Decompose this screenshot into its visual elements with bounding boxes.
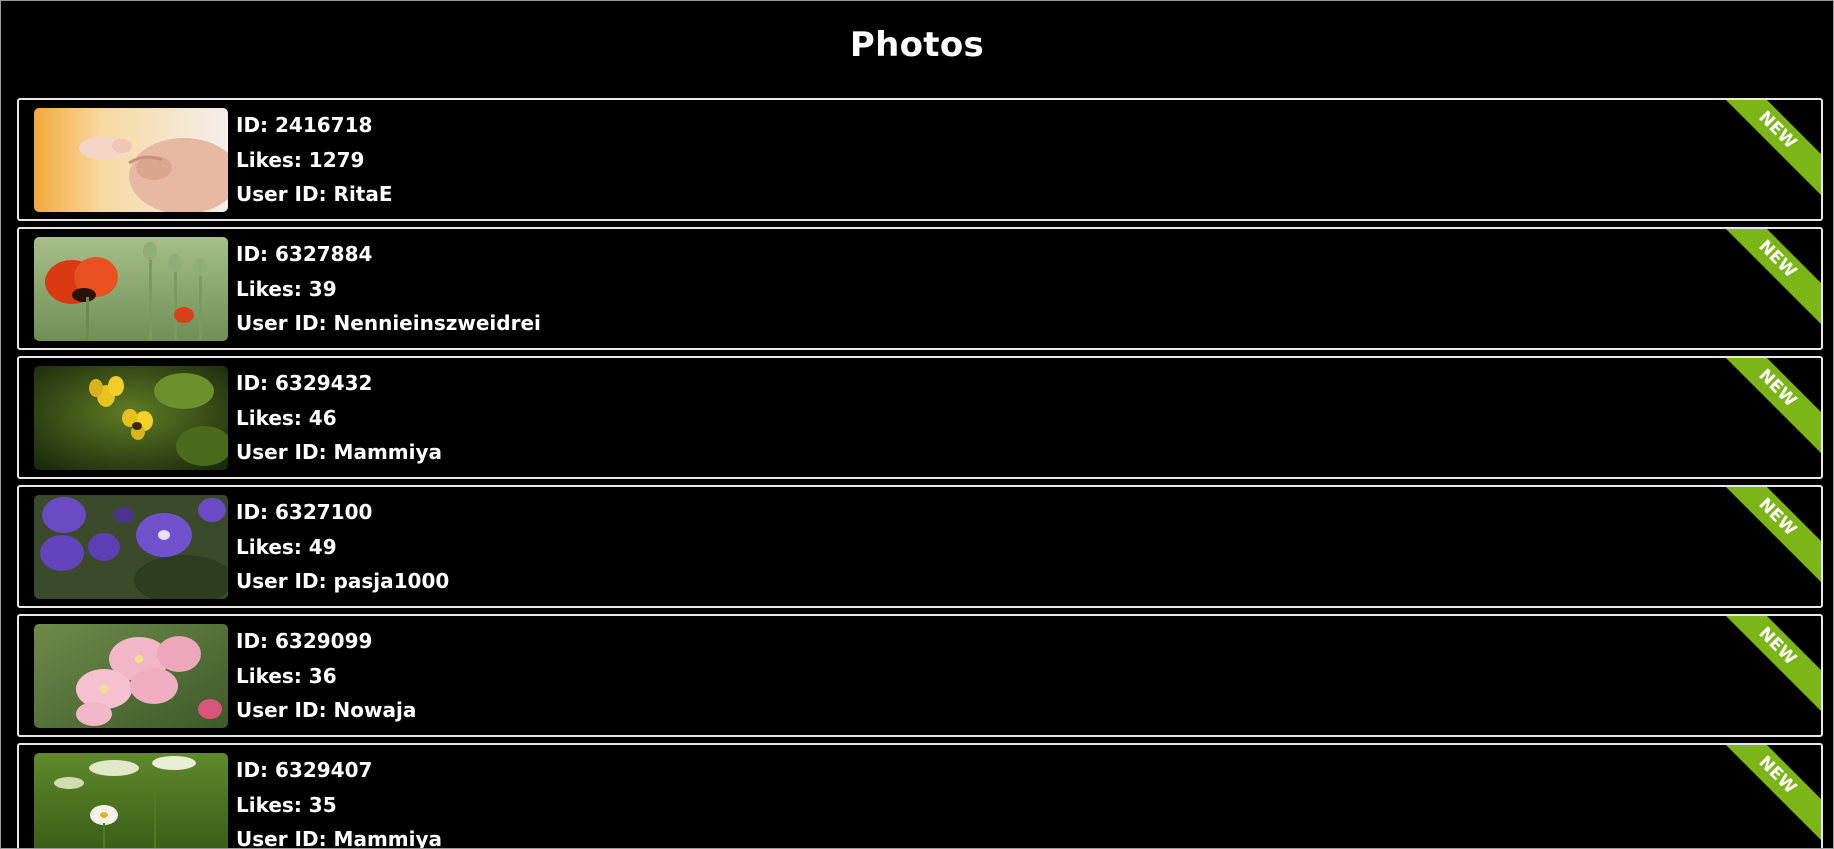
photo-id: ID: 6329407	[236, 758, 373, 782]
new-ribbon: NEW	[1703, 616, 1821, 721]
photo-meta: ID: 6329432 Likes: 46 User ID: Mammiya	[236, 366, 442, 470]
photo-card[interactable]: ID: 6329432 Likes: 46 User ID: Mammiya N…	[17, 356, 1823, 479]
photo-thumbnail[interactable]	[34, 108, 228, 212]
photo-meta: ID: 2416718 Likes: 1279 User ID: RitaE	[236, 108, 393, 212]
photo-card[interactable]: ID: 6327884 Likes: 39 User ID: Nennieins…	[17, 227, 1823, 350]
photo-id: ID: 6327100	[236, 500, 373, 524]
photo-meta: ID: 6327100 Likes: 49 User ID: pasja1000	[236, 495, 449, 599]
photo-meta: ID: 6329099 Likes: 36 User ID: Nowaja	[236, 624, 416, 728]
photo-likes: Likes: 36	[236, 663, 337, 688]
photo-card[interactable]: ID: 2416718 Likes: 1279 User ID: RitaE N…	[17, 98, 1823, 221]
photo-user-id: User ID: Nowaja	[236, 698, 417, 722]
photo-likes: Likes: 46	[236, 405, 337, 430]
photo-meta: ID: 6327884 Likes: 39 User ID: Nennieins…	[236, 237, 541, 341]
photo-id: ID: 6329099	[236, 629, 373, 653]
photo-thumbnail[interactable]	[34, 753, 228, 848]
photo-card[interactable]: ID: 6329099 Likes: 36 User ID: Nowaja NE…	[17, 614, 1823, 737]
photo-thumbnail[interactable]	[34, 495, 228, 599]
photo-user-id: User ID: Mammiya	[236, 440, 443, 464]
photos-page: Photos ID: 2416718 Likes: 1279 User ID: …	[0, 0, 1834, 849]
photo-list: ID: 2416718 Likes: 1279 User ID: RitaE N…	[17, 98, 1823, 849]
photo-thumbnail[interactable]	[34, 237, 228, 341]
new-ribbon: NEW	[1703, 100, 1821, 205]
photo-id: ID: 6329432	[236, 371, 373, 395]
photo-likes: Likes: 39	[236, 276, 337, 301]
photo-user-id: User ID: RitaE	[236, 182, 393, 206]
photo-card[interactable]: ID: 6329407 Likes: 35 User ID: Mammiya N…	[17, 743, 1823, 849]
photo-likes: Likes: 35	[236, 792, 337, 817]
photo-card[interactable]: ID: 6327100 Likes: 49 User ID: pasja1000…	[17, 485, 1823, 608]
new-ribbon: NEW	[1703, 358, 1821, 463]
photo-thumbnail[interactable]	[34, 624, 228, 728]
new-ribbon: NEW	[1703, 745, 1821, 848]
photo-thumbnail[interactable]	[34, 366, 228, 470]
photo-id: ID: 6327884	[236, 242, 373, 266]
page-title: Photos	[849, 25, 985, 65]
photo-user-id: User ID: Mammiya	[236, 827, 443, 849]
new-ribbon: NEW	[1703, 229, 1821, 334]
photo-user-id: User ID: Nennieinszweidrei	[236, 311, 541, 335]
photo-likes: Likes: 49	[236, 534, 337, 559]
new-ribbon: NEW	[1703, 487, 1821, 592]
photo-id: ID: 2416718	[236, 113, 373, 137]
photo-user-id: User ID: pasja1000	[236, 569, 450, 593]
photo-meta: ID: 6329407 Likes: 35 User ID: Mammiya	[236, 753, 443, 849]
photo-likes: Likes: 1279	[236, 147, 365, 172]
